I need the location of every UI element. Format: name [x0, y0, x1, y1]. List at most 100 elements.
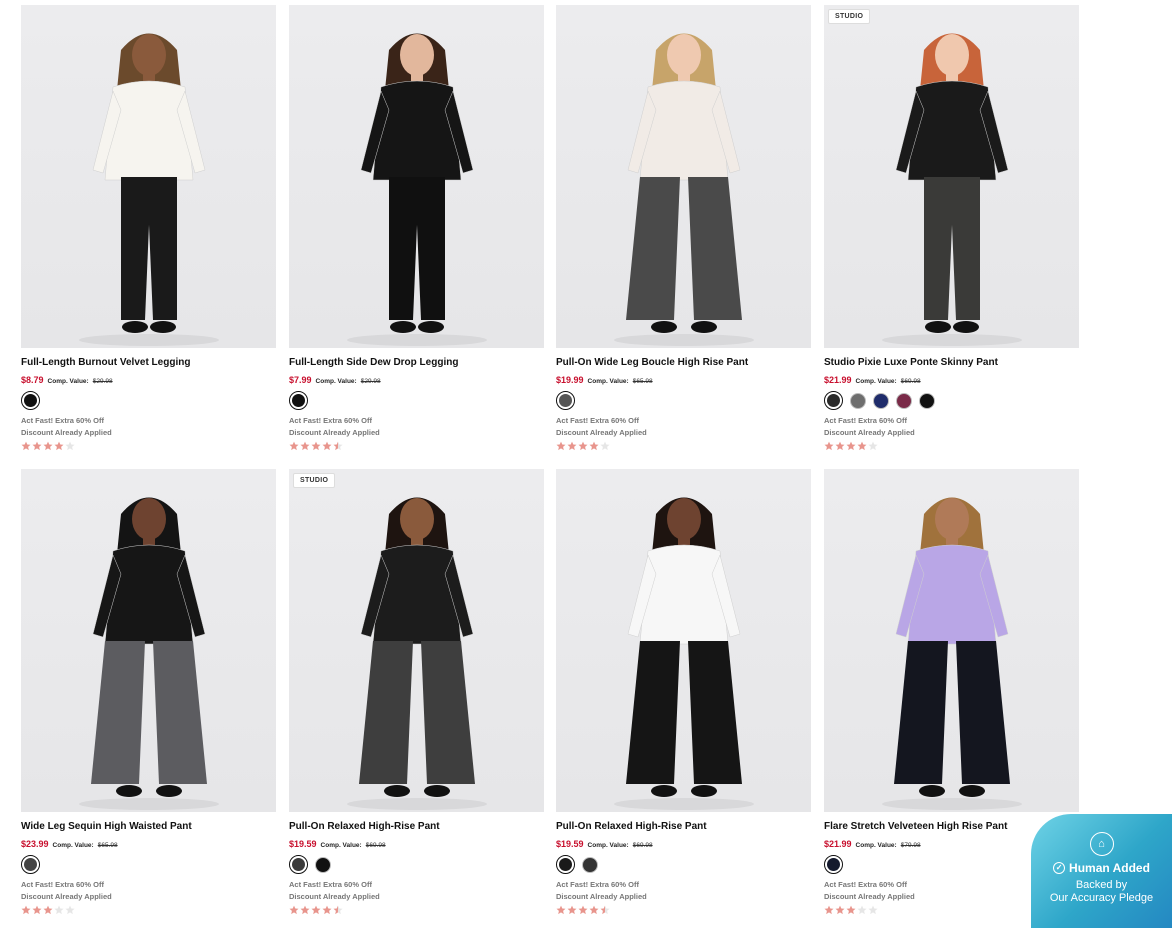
color-swatch[interactable]: [896, 392, 912, 409]
color-swatch[interactable]: [556, 391, 575, 410]
comp-value-label: Comp. Value:: [52, 842, 94, 849]
star-icon: [289, 905, 299, 915]
color-swatches: [289, 391, 544, 410]
product-title[interactable]: Wide Leg Sequin High Waisted Pant: [21, 821, 276, 832]
star-icon: [322, 441, 332, 451]
star-icon: [567, 441, 577, 451]
comp-value-price: $29.98: [360, 378, 381, 385]
promo-text: Act Fast! Extra 60% Off Discount Already…: [556, 415, 811, 439]
star-icon: [333, 441, 343, 451]
product-image[interactable]: [21, 469, 276, 812]
star-rating: [289, 905, 544, 915]
color-swatch[interactable]: [824, 391, 843, 410]
promo-text: Act Fast! Extra 60% Off Discount Already…: [21, 879, 276, 903]
color-swatches: [556, 855, 811, 874]
star-rating: [824, 441, 1079, 451]
promo-text: Act Fast! Extra 60% Off Discount Already…: [824, 415, 1079, 439]
star-icon: [300, 441, 310, 451]
product-card[interactable]: Pull-On Wide Leg Boucle High Rise Pant $…: [556, 5, 811, 451]
model-figure: [614, 497, 754, 810]
product-title[interactable]: Full-Length Side Dew Drop Legging: [289, 357, 544, 368]
product-title[interactable]: Studio Pixie Luxe Ponte Skinny Pant: [824, 357, 1079, 368]
comp-value-label: Comp. Value:: [587, 378, 629, 385]
color-swatch[interactable]: [873, 392, 889, 409]
comp-value-label: Comp. Value:: [855, 378, 897, 385]
sale-price: $23.99: [21, 839, 49, 849]
product-image[interactable]: STUDIO: [824, 5, 1079, 348]
sale-price: $19.99: [556, 375, 584, 385]
star-icon: [846, 905, 856, 915]
comp-value-price: $69.98: [900, 378, 921, 385]
price-row: $7.99 Comp. Value: $29.98: [289, 375, 544, 385]
product-card[interactable]: STUDIO Studio Pixie Luxe Ponte Skinny Pan…: [824, 5, 1079, 451]
product-card[interactable]: Wide Leg Sequin High Waisted Pant $23.99…: [21, 469, 276, 915]
color-swatch[interactable]: [21, 855, 40, 874]
star-icon: [600, 905, 610, 915]
promo-line-2: Discount Already Applied: [289, 428, 380, 437]
comp-value-label: Comp. Value:: [855, 842, 897, 849]
star-icon: [333, 905, 343, 915]
pledge-subtitle-2: Our Accuracy Pledge: [1049, 892, 1154, 904]
color-swatch[interactable]: [919, 392, 935, 409]
star-rating: [21, 441, 276, 451]
color-swatch[interactable]: [824, 855, 843, 874]
color-swatches: [556, 391, 811, 410]
product-title[interactable]: Pull-On Wide Leg Boucle High Rise Pant: [556, 357, 811, 368]
star-icon: [589, 905, 599, 915]
color-swatch[interactable]: [315, 856, 331, 873]
color-swatch[interactable]: [850, 392, 866, 409]
sale-price: $7.99: [289, 375, 312, 385]
color-swatch[interactable]: [21, 391, 40, 410]
promo-line-2: Discount Already Applied: [556, 892, 647, 901]
star-icon: [556, 905, 566, 915]
price-row: $19.59 Comp. Value: $69.98: [556, 839, 811, 849]
color-swatch[interactable]: [289, 391, 308, 410]
color-swatch[interactable]: [289, 855, 308, 874]
product-title[interactable]: Pull-On Relaxed High-Rise Pant: [289, 821, 544, 832]
sale-price: $21.99: [824, 839, 852, 849]
studio-badge: STUDIO: [828, 9, 871, 24]
star-icon: [322, 905, 332, 915]
product-image[interactable]: [21, 5, 276, 348]
promo-text: Act Fast! Extra 60% Off Discount Already…: [556, 879, 811, 903]
promo-text: Act Fast! Extra 60% Off Discount Already…: [21, 415, 276, 439]
star-rating: [289, 441, 544, 451]
color-swatch[interactable]: [582, 856, 598, 873]
product-card[interactable]: Pull-On Relaxed High-Rise Pant $19.59 Co…: [556, 469, 811, 915]
promo-text: Act Fast! Extra 60% Off Discount Already…: [289, 415, 544, 439]
accuracy-pledge-badge[interactable]: ⌂ ✓ Human Added Backed by Our Accuracy P…: [1031, 814, 1172, 928]
product-card[interactable]: Full-Length Burnout Velvet Legging $8.79…: [21, 5, 276, 451]
model-figure: [882, 33, 1022, 346]
product-image[interactable]: [824, 469, 1079, 812]
promo-line-1: Act Fast! Extra 60% Off: [556, 880, 639, 889]
star-icon: [54, 905, 64, 915]
promo-line-2: Discount Already Applied: [21, 892, 112, 901]
star-icon: [65, 905, 75, 915]
price-row: $23.99 Comp. Value: $65.98: [21, 839, 276, 849]
model-figure: [347, 497, 487, 810]
comp-value-label: Comp. Value:: [47, 378, 89, 385]
model-figure: [79, 497, 219, 810]
price-row: $8.79 Comp. Value: $29.98: [21, 375, 276, 385]
promo-line-1: Act Fast! Extra 60% Off: [824, 416, 907, 425]
promo-line-1: Act Fast! Extra 60% Off: [289, 416, 372, 425]
star-icon: [567, 905, 577, 915]
color-swatches: [21, 391, 276, 410]
product-card[interactable]: Full-Length Side Dew Drop Legging $7.99 …: [289, 5, 544, 451]
product-image[interactable]: [289, 5, 544, 348]
comp-value-price: $29.98: [92, 378, 113, 385]
product-image[interactable]: [556, 5, 811, 348]
star-icon: [289, 441, 299, 451]
product-title[interactable]: Pull-On Relaxed High-Rise Pant: [556, 821, 811, 832]
star-icon: [824, 905, 834, 915]
color-swatch[interactable]: [556, 855, 575, 874]
product-image[interactable]: [556, 469, 811, 812]
product-card[interactable]: STUDIO Pull-On Relaxed High-Rise Pant $19…: [289, 469, 544, 915]
comp-value-label: Comp. Value:: [315, 378, 357, 385]
promo-line-2: Discount Already Applied: [289, 892, 380, 901]
promo-line-2: Discount Already Applied: [556, 428, 647, 437]
product-image[interactable]: STUDIO: [289, 469, 544, 812]
star-icon: [21, 441, 31, 451]
star-rating: [556, 905, 811, 915]
product-title[interactable]: Full-Length Burnout Velvet Legging: [21, 357, 276, 368]
